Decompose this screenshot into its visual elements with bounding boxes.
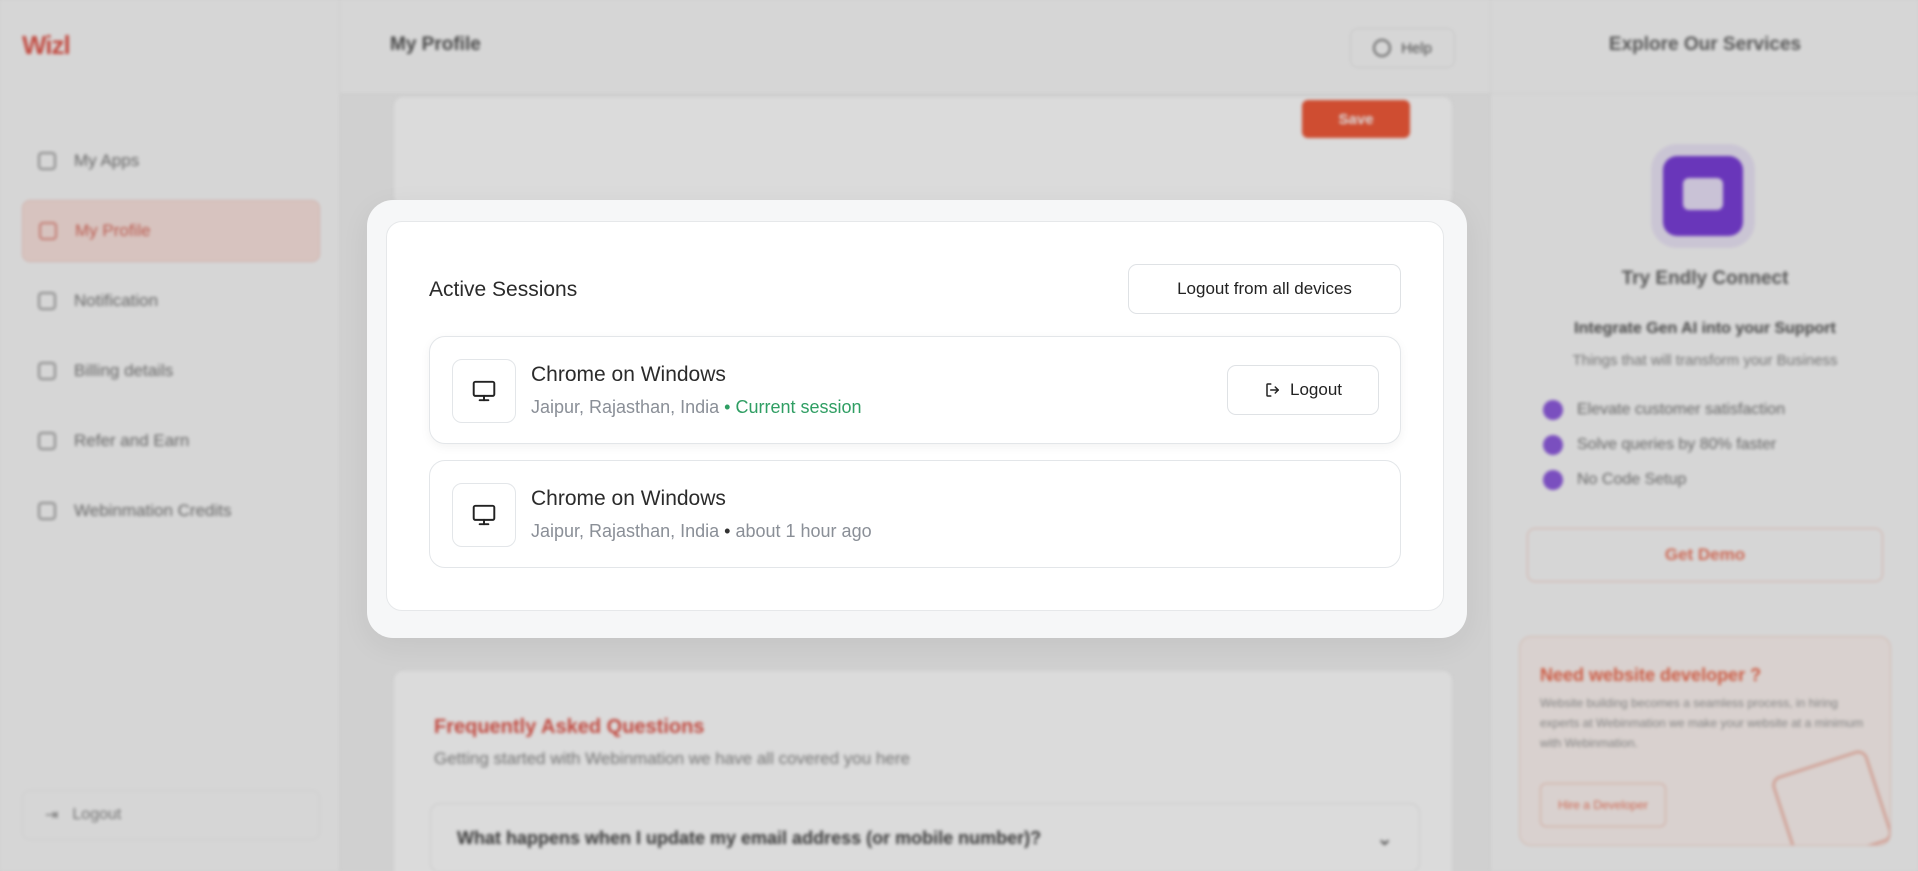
logout-all-devices-button[interactable]: Logout from all devices [1128, 264, 1401, 314]
session-row: Chrome on Windows Jaipur, Rajasthan, Ind… [429, 460, 1401, 568]
session-device-name: Chrome on Windows [531, 487, 726, 510]
active-sessions-modal: Active Sessions Logout from all devices … [367, 200, 1467, 638]
session-logout-button[interactable]: Logout [1227, 365, 1379, 415]
session-last-active: about 1 hour ago [735, 521, 872, 541]
logout-icon [1266, 383, 1279, 397]
session-row: Chrome on Windows Jaipur, Rajasthan, Ind… [429, 336, 1401, 444]
monitor-icon [472, 504, 496, 526]
session-location: Jaipur, Rajasthan, India [531, 521, 720, 541]
session-meta: Jaipur, Rajasthan, India • about 1 hour … [531, 521, 872, 542]
device-icon-box [452, 483, 516, 547]
session-logout-label: Logout [1290, 380, 1342, 399]
monitor-icon [472, 380, 496, 402]
session-location: Jaipur, Rajasthan, India [531, 397, 720, 417]
modal-title: Active Sessions [429, 278, 578, 301]
device-icon-box [452, 359, 516, 423]
session-separator: • [724, 521, 731, 541]
session-meta: Jaipur, Rajasthan, India • Current sessi… [531, 397, 862, 418]
session-separator: • [724, 397, 731, 417]
current-session-label: Current session [735, 397, 862, 417]
session-device-name: Chrome on Windows [531, 363, 726, 386]
modal-content: Active Sessions Logout from all devices … [386, 221, 1444, 611]
